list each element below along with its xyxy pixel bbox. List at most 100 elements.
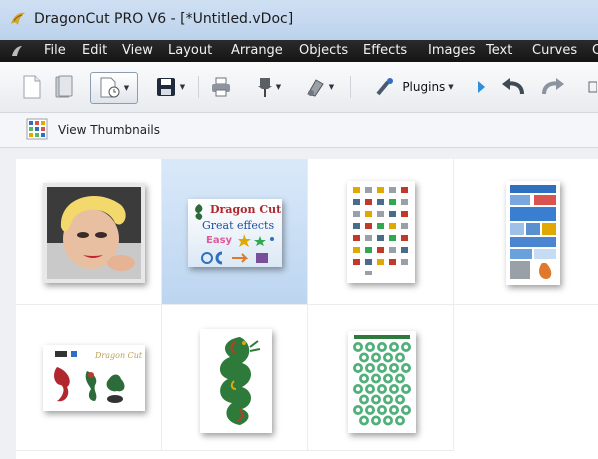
thumbnail-cell-green-dragon[interactable] [162,305,308,451]
pattern-circle-center [385,418,391,423]
undo-button[interactable] [496,72,530,102]
thumbnail-cell-dragon-cut-effects[interactable]: Dragon Cut Great effects Easy [162,159,308,305]
toolbar: ▼ ▼ ▼ ▼ Plugins ▼ [0,62,598,113]
green-dragon-image [219,337,261,425]
pattern-circle-center [379,386,385,392]
pattern-circle-center [361,397,367,402]
pin-tool-button[interactable]: ▼ [250,72,288,102]
pattern-circle-center [403,386,409,392]
print-button[interactable] [206,72,236,102]
pattern-circle-center [373,376,379,381]
plugins-dropdown-icon[interactable]: ▼ [448,83,453,91]
thumbnail-cell-portrait-photo[interactable] [16,159,162,305]
pattern-circle-center [385,397,391,402]
new-document-button[interactable] [18,72,46,102]
stars-icon [238,234,274,247]
effects-title: Dragon Cut [210,203,282,216]
thumbnail-cell-collage-poster[interactable] [454,159,598,305]
thumbnail-portrait-photo[interactable] [43,183,145,283]
plugins-label: Plugins [402,80,446,94]
pattern-circle-center [373,355,379,360]
pattern-circle-center [385,355,391,360]
redo-button[interactable] [536,72,570,102]
overflow-icon [588,81,597,93]
plugins-icon [376,78,394,96]
pattern-circle-center [385,376,391,381]
pattern-circle-center [367,386,373,392]
toolbar-separator [198,76,199,98]
thumbnail-cell-dragon-stickers[interactable]: Dragon Cut [16,305,162,451]
eraser-dropdown-icon[interactable]: ▼ [329,83,334,91]
menu-effects[interactable]: Effects [363,43,407,58]
pattern-circle-center [403,344,409,350]
thumbnail-dragon-stickers[interactable]: Dragon Cut [43,345,145,411]
thumbnail-green-dragon[interactable] [200,329,272,433]
thumbnail-cell-circle-pattern[interactable] [308,305,454,451]
menu-more[interactable]: C [592,43,598,58]
save-icon [156,78,175,96]
circle-pattern-image [353,335,411,426]
thumbnail-icon-sheet[interactable] [347,181,415,283]
toolbar-separator [350,76,351,98]
app-menu-icon[interactable] [10,44,24,58]
run-button[interactable] [470,72,492,102]
pattern-circle-center [397,376,403,381]
print-icon [212,77,230,97]
view-thumbnails-label[interactable]: View Thumbnails [58,123,160,137]
pattern-circle-center [397,418,403,423]
pattern-circle-center [373,397,379,402]
page-setup-button[interactable]: ▼ [90,72,138,104]
page-setup-dropdown-icon[interactable]: ▼ [124,84,129,92]
eraser-tool-button[interactable]: ▼ [298,72,340,102]
open-document-icon [55,75,73,98]
pattern-circle-center [391,407,397,413]
pattern-circle-center [367,344,373,350]
menu-bar: File Edit View Layout Arrange Objects Ef… [0,40,598,62]
pattern-circle-center [403,407,409,413]
new-document-icon [23,75,41,99]
icon-sheet-image [353,187,408,275]
pattern-circle-center [391,344,397,350]
thumbnail-cell-icon-sheet[interactable] [308,159,454,305]
shapes-icon [201,251,268,265]
menu-text[interactable]: Text [486,43,512,58]
menu-layout[interactable]: Layout [168,43,212,58]
thumbnail-dragon-cut-effects[interactable]: Dragon Cut Great effects Easy [188,199,282,267]
save-dropdown-icon[interactable]: ▼ [180,83,185,91]
plugins-button[interactable]: Plugins ▼ [364,72,464,102]
open-document-button[interactable] [50,72,78,102]
redo-icon [542,78,564,95]
pattern-circle-center [355,365,361,371]
menu-objects[interactable]: Objects [299,43,348,58]
pattern-circle-center [355,407,361,413]
window-title: DragonCut PRO V6 - [*Untitled.vDoc] [34,11,294,27]
pattern-circle-center [403,365,409,371]
toolbar-overflow-button[interactable] [586,72,598,102]
dragoncut-logo-icon [11,12,25,25]
menu-arrange[interactable]: Arrange [231,43,283,58]
pattern-circle-center [379,407,385,413]
pattern-circle-center [391,365,397,371]
portrait-photo-image [47,187,141,279]
menu-file[interactable]: File [44,43,66,58]
pattern-circle-center [397,397,403,402]
thumbnail-circle-pattern[interactable] [348,331,416,433]
pattern-circle-center [391,386,397,392]
menu-edit[interactable]: Edit [82,43,107,58]
pattern-circle-center [379,365,385,371]
page-setup-icon [100,77,120,98]
pin-dropdown-icon[interactable]: ▼ [276,83,281,91]
pattern-circle-center [361,418,367,423]
pattern-circle-center [367,407,373,413]
pattern-circle-center [397,355,403,360]
pattern-circle-center [373,418,379,423]
effects-subtitle: Great effects [202,219,275,232]
thumbnail-collage-poster[interactable] [506,181,560,285]
pin-icon [257,78,272,97]
save-button[interactable]: ▼ [150,72,190,102]
menu-view[interactable]: View [122,43,153,58]
menu-curves[interactable]: Curves [532,43,577,58]
menu-images[interactable]: Images [428,43,476,58]
thumbnails-grid-icon[interactable] [26,118,48,140]
collage-poster-image [510,185,556,279]
